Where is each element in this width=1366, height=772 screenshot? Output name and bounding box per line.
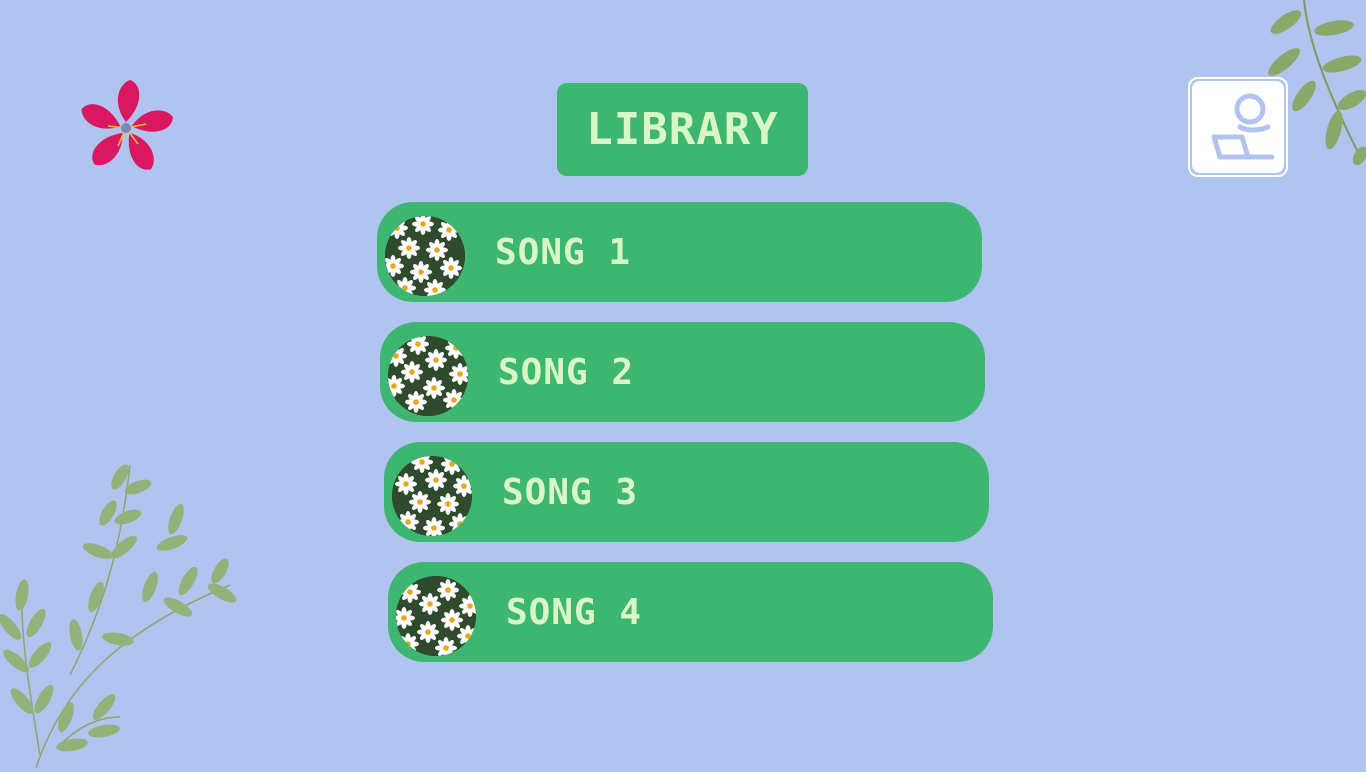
page-title: LIBRARY	[586, 104, 779, 155]
user-laptop-icon	[1211, 93, 1275, 160]
pink-flower-icon	[76, 76, 180, 180]
library-title-box: LIBRARY	[557, 83, 808, 176]
song-title: SONG 3	[502, 471, 639, 513]
song-item-1[interactable]: SONG 1	[377, 202, 982, 302]
song-title: SONG 2	[498, 351, 635, 393]
song-item-3[interactable]: SONG 3	[384, 442, 989, 542]
leaf-branch-bottom-left	[0, 455, 245, 769]
song-item-4[interactable]: SONG 4	[388, 562, 993, 662]
song-item-2[interactable]: SONG 2	[380, 322, 985, 422]
daisy-thumbnail	[385, 216, 465, 296]
song-title: SONG 1	[495, 231, 632, 273]
daisy-thumbnail	[392, 456, 472, 536]
user-profile-button[interactable]	[1188, 77, 1288, 177]
user-button-face	[1192, 81, 1284, 173]
daisy-thumbnail	[388, 336, 468, 416]
song-title: SONG 4	[506, 591, 643, 633]
daisy-thumbnail	[396, 576, 476, 656]
